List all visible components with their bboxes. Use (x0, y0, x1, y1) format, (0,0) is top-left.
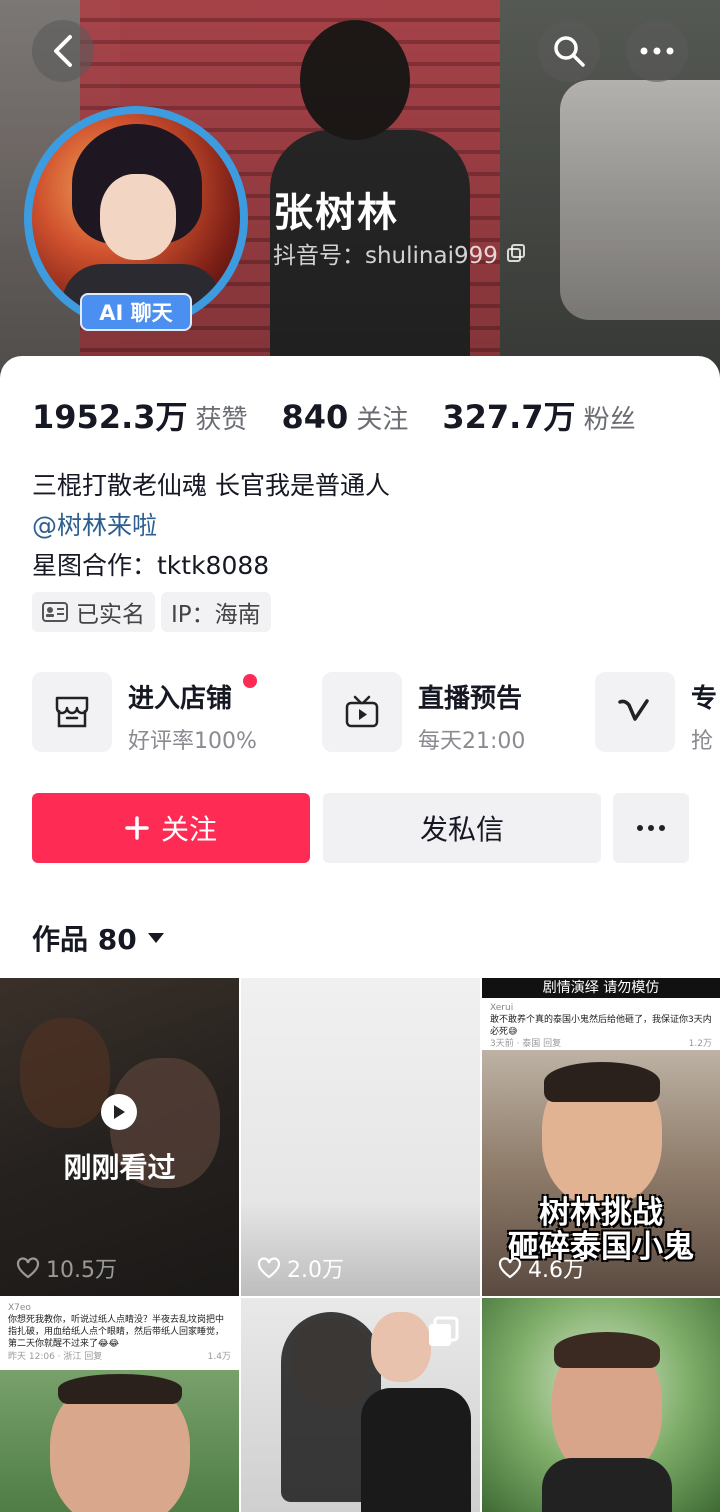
live-preview-time: 每天21:00 (418, 729, 526, 754)
bio-collab: 星图合作：tktk8088 (32, 551, 270, 580)
v-icon (618, 699, 649, 721)
special-sub: 抢 (691, 729, 714, 754)
video-likes: 10.5万 (16, 1252, 117, 1284)
play-icon (101, 1094, 137, 1130)
caret-down-icon (147, 933, 164, 943)
store-button[interactable] (32, 672, 112, 752)
profile-name: 张树林 (273, 190, 399, 236)
special-title: 专 (691, 684, 718, 714)
verified-text: 已实名 (76, 602, 145, 628)
notification-dot (243, 674, 257, 688)
copy-icon[interactable] (506, 243, 526, 263)
video-tile[interactable] (482, 1298, 720, 1512)
video-banner: 剧情演绎 请勿模仿 (482, 978, 720, 998)
follow-label: 关注 (160, 813, 217, 846)
ai-chat-badge[interactable]: AI 聊天 (80, 293, 192, 331)
followers-count[interactable]: 327.7万 (442, 392, 575, 438)
likes-count: 1952.3万 (32, 398, 188, 436)
video-tile[interactable]: X7eo 你想死我教你，听说过纸人点睛没？半夜去乱坟岗把中指扎破，用血给纸人点个… (0, 1298, 239, 1512)
douyin-id[interactable]: 抖音号：shulinai999 (273, 236, 526, 270)
video-tile[interactable]: 2.0万 (241, 978, 480, 1296)
special-entry[interactable]: 专 抢 (691, 678, 720, 755)
store-title: 进入店铺 (128, 684, 233, 714)
followers-label[interactable]: 粉丝 (584, 399, 636, 436)
back-button[interactable] (32, 20, 94, 82)
tab-works[interactable]: 作品 80 (32, 918, 165, 958)
bio-line: 三棍打散老仙魂 长官我是普通人 (32, 471, 390, 500)
special-button[interactable] (595, 672, 675, 752)
live-preview-button[interactable] (322, 672, 402, 752)
likes-label: 获赞 (195, 405, 248, 435)
stats-row: 1952.3万 获赞 840 关注 327.7万 粉丝 (32, 392, 670, 438)
message-button[interactable]: 发私信 (323, 793, 601, 863)
heart-icon (257, 1257, 281, 1279)
comment-card: X7eo 你想死我教你，听说过纸人点睛没？半夜去乱坟岗把中指扎破，用血给纸人点个… (0, 1298, 239, 1370)
more-icon (637, 825, 665, 831)
works-tab-label: 作品 80 (32, 923, 137, 956)
live-preview-title: 直播预告 (418, 684, 523, 714)
ip-location-chip: IP：海南 (161, 592, 271, 632)
recently-watched-label: 刚刚看过 (63, 1151, 176, 1184)
store-icon (55, 696, 89, 728)
store-entry[interactable]: 进入店铺 好评率100% (128, 678, 257, 755)
comment-card: Xerui 敢不敢养个真的泰国小鬼然后给他砸了，我保证你3天内必死😅 3天前 ·… (482, 998, 720, 1050)
more-icon (640, 47, 674, 55)
bio-mention-link[interactable]: @树林来啦 (32, 506, 157, 542)
video-likes: 4.6万 (498, 1252, 585, 1284)
multi-photo-icon (427, 1316, 459, 1348)
more-options-button[interactable] (626, 20, 688, 82)
message-label: 发私信 (419, 813, 504, 846)
plus-icon (125, 816, 149, 840)
video-tile[interactable] (241, 1298, 480, 1512)
ip-text: IP：海南 (171, 602, 261, 628)
heart-icon (498, 1257, 522, 1279)
live-preview-entry[interactable]: 直播预告 每天21:00 (418, 678, 525, 755)
follow-button[interactable]: 关注 (32, 793, 310, 863)
avatar[interactable] (32, 114, 240, 322)
heart-icon (16, 1257, 40, 1279)
store-rating: 好评率100% (128, 729, 257, 754)
verified-chip: 已实名 (32, 592, 155, 632)
douyin-id-text: 抖音号：shulinai999 (273, 243, 498, 269)
search-icon (554, 36, 585, 67)
following-label[interactable]: 关注 (356, 399, 408, 436)
following-count[interactable]: 840 (282, 398, 349, 436)
video-tile[interactable]: 剧情演绎 请勿模仿 Xerui 敢不敢养个真的泰国小鬼然后给他砸了，我保证你3天… (482, 978, 720, 1296)
tv-icon (345, 695, 379, 728)
video-likes: 2.0万 (257, 1252, 344, 1284)
search-button[interactable] (538, 20, 600, 82)
video-tile[interactable]: 刚刚看过 10.5万 (0, 978, 239, 1296)
more-actions-button[interactable] (613, 793, 689, 863)
chevron-left-icon (54, 35, 72, 67)
id-card-icon (42, 602, 68, 622)
